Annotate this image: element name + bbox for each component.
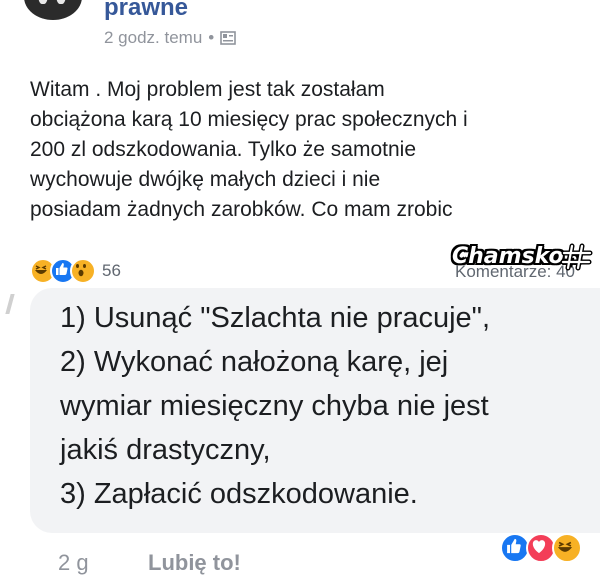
wow-icon xyxy=(70,258,96,284)
comment-text-line: jakiś drastyczny, xyxy=(60,434,271,466)
post-text-line: Witam . Moj problem jest tak zostałam xyxy=(30,78,385,101)
post-text-line: obciążona karą 10 miesięcy prac społeczn… xyxy=(30,108,468,131)
comment-text-line: wymiar miesięczny chyba nie jest xyxy=(60,390,489,422)
post-text-line: posiadam żadnych zarobków. Co mam zrobic xyxy=(30,198,453,221)
hash-icon xyxy=(560,243,593,271)
comment-reactions[interactable] xyxy=(500,533,582,563)
comment-like-button[interactable]: Lubię to! xyxy=(148,550,241,576)
post-meta: 2 godz. temu • xyxy=(104,28,237,48)
meta-separator: • xyxy=(208,28,215,47)
reactions-summary[interactable]: 56 xyxy=(30,258,121,284)
comment-text-line: 1) Usunąć "Szlachta nie pracuje", xyxy=(60,302,491,334)
haha-icon xyxy=(552,533,582,563)
page-name-link[interactable]: prawne xyxy=(104,0,188,22)
comment-thread-line xyxy=(5,294,15,314)
comment-body: 1) Usunąć "Szlachta nie pracuje", 2) Wyk… xyxy=(60,296,600,516)
comment-text-line: 3) Zapłacić odszkodowanie. xyxy=(60,478,418,510)
post-body: Witam . Moj problem jest tak zostałam ob… xyxy=(30,75,590,225)
comment-timestamp[interactable]: 2 g xyxy=(58,550,89,576)
public-globe-icon xyxy=(220,31,237,45)
comment-text-line: 2) Wykonać nałożoną karę, jej xyxy=(60,346,449,378)
post-text-line: wychowuje dwójkę małych dzieci i nie xyxy=(30,168,381,191)
watermark-text: Chamsko xyxy=(452,244,564,269)
reaction-count[interactable]: 56 xyxy=(102,261,121,281)
page-avatar[interactable] xyxy=(24,0,82,20)
post-text-line: 200 zl odszkodowania. Tylko że samotnie xyxy=(30,138,416,161)
post-timestamp[interactable]: 2 godz. temu xyxy=(104,28,202,48)
